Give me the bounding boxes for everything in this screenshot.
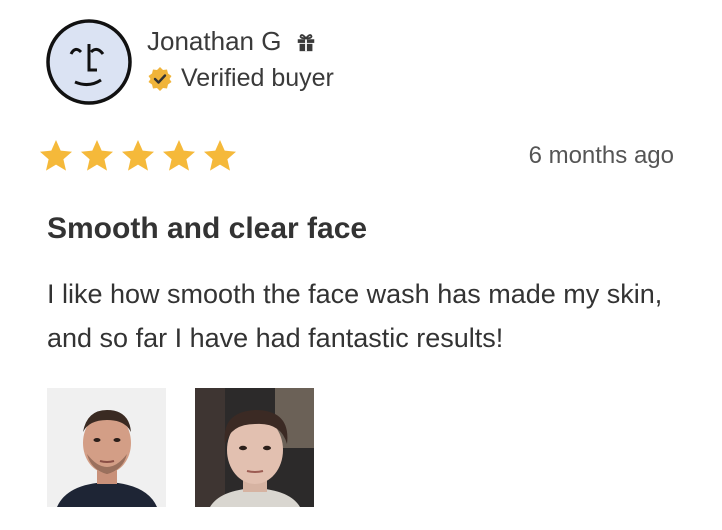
star-icon <box>122 140 154 171</box>
review-title: Smooth and clear face <box>47 212 368 245</box>
star-icon <box>81 140 113 171</box>
review-photo-2[interactable] <box>195 388 314 507</box>
verified-row: Verified buyer <box>147 64 334 93</box>
star-rating <box>38 138 243 174</box>
gift-icon <box>298 33 315 51</box>
review-date: 6 months ago <box>528 142 674 169</box>
reviewer-name-row: Jonathan G <box>147 26 317 57</box>
reviewer-name: Jonathan G <box>147 26 282 56</box>
verified-badge-icon <box>148 66 172 91</box>
verified-label: Verified buyer <box>181 64 334 92</box>
review-body: I like how smooth the face wash has made… <box>47 279 663 353</box>
review-photo-1[interactable] <box>47 388 166 507</box>
face-doodle-icon <box>46 19 132 105</box>
star-icon <box>163 140 195 171</box>
star-icon <box>40 140 72 171</box>
star-icon <box>204 140 236 171</box>
avatar <box>45 18 133 106</box>
